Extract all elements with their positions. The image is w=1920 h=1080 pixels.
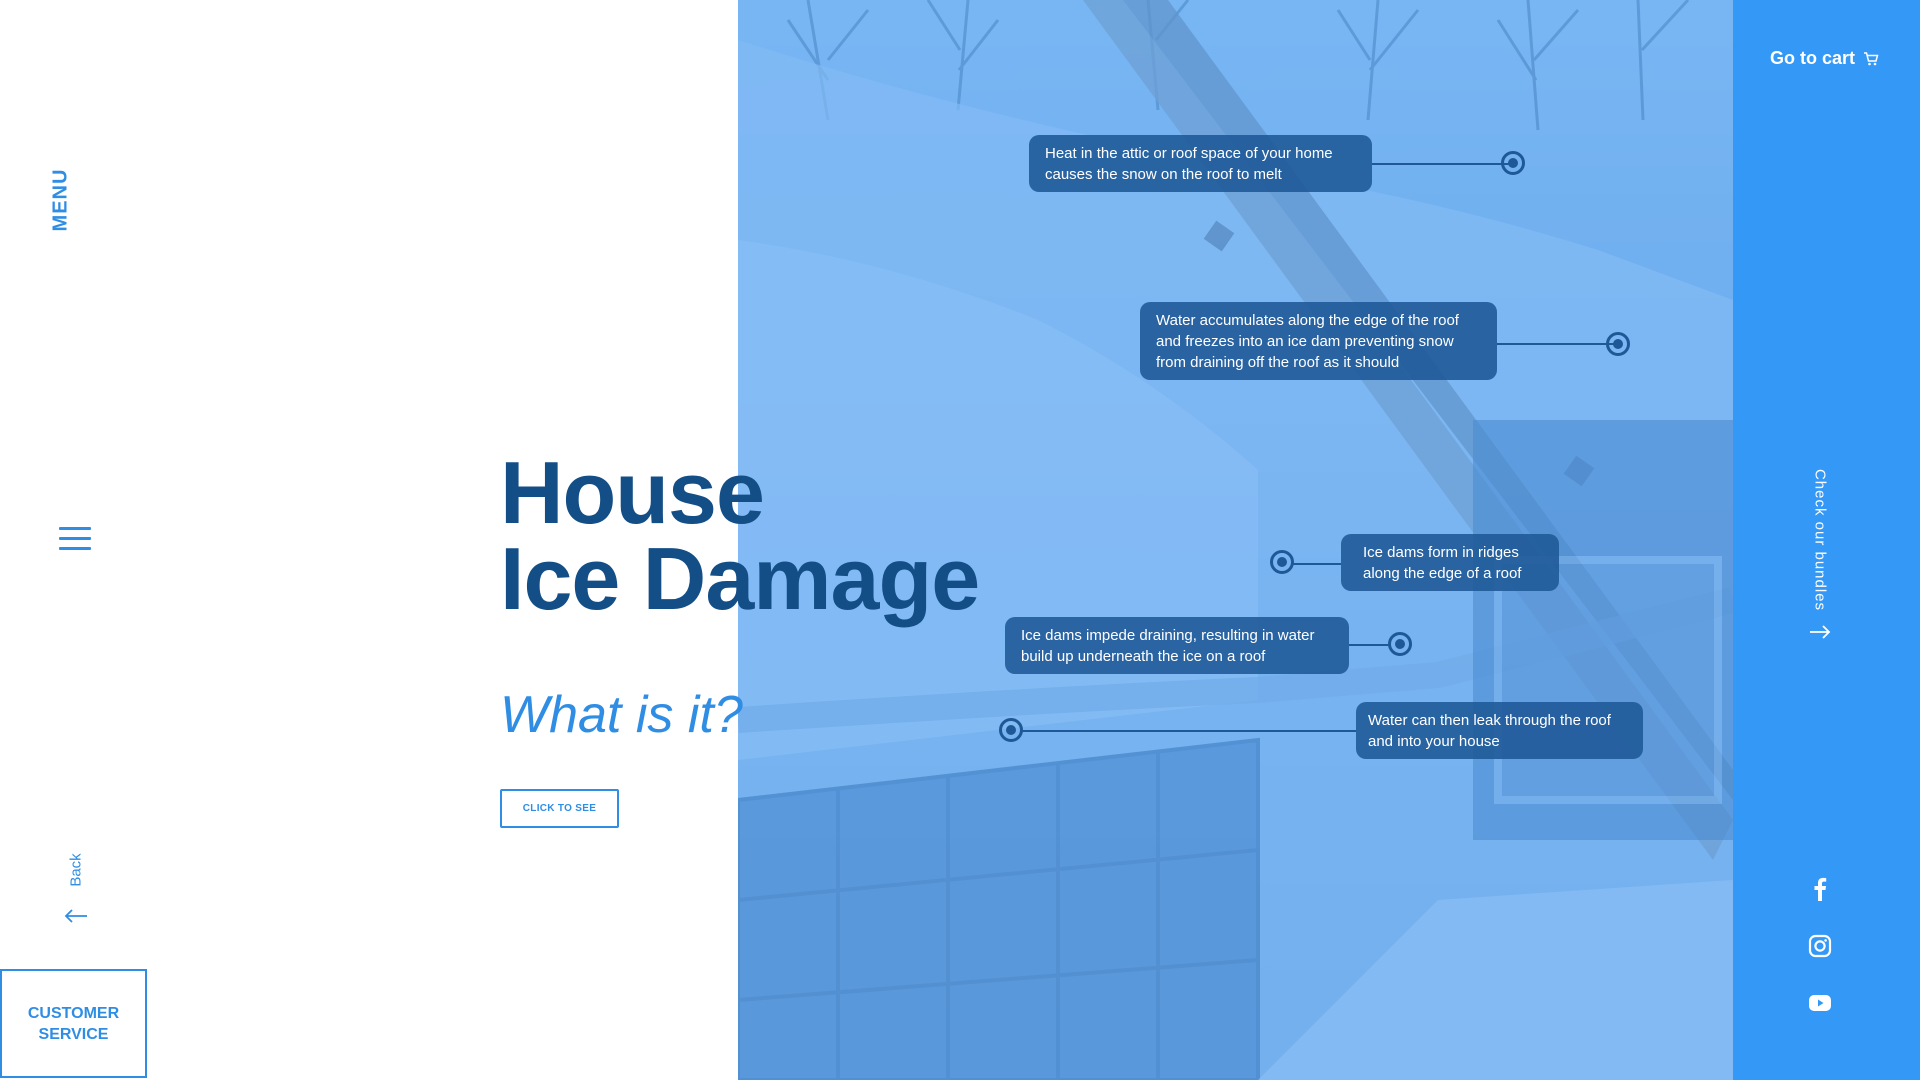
callout-water-freezes: Water accumulates along the edge of the … — [1140, 302, 1497, 380]
callout-line: Ice dams impede draining, resulting in w… — [1021, 627, 1315, 644]
callout-line: Water accumulates along the edge of the … — [1156, 312, 1459, 329]
title-line-2: Ice Damage — [500, 529, 980, 628]
back-label[interactable]: Back — [68, 853, 85, 886]
hotspot-target-icon[interactable] — [1501, 151, 1525, 175]
hotspot-target-icon[interactable] — [1606, 332, 1630, 356]
click-to-see-button[interactable]: CLICK TO SEE — [500, 789, 619, 828]
callout-line: from draining off the roof as it should — [1156, 354, 1400, 371]
callout-heat-melts-snow: Heat in the attic or roof space of your … — [1029, 135, 1372, 192]
page-subtitle: What is it? — [500, 686, 743, 744]
callout-impede-draining: Ice dams impede draining, resulting in w… — [1005, 617, 1349, 674]
arrow-left-icon[interactable] — [63, 907, 89, 925]
facebook-icon[interactable] — [1807, 875, 1833, 901]
youtube-icon[interactable] — [1807, 990, 1833, 1016]
menu-label[interactable]: MENU — [50, 169, 73, 232]
instagram-icon[interactable] — [1807, 933, 1833, 959]
go-to-cart-link[interactable]: Go to cart — [1770, 48, 1879, 69]
callout-ice-dams-ridges: Ice dams form in ridges along the edge o… — [1341, 534, 1559, 591]
hamburger-icon[interactable] — [59, 527, 91, 553]
title-line-1: House — [500, 443, 765, 542]
callout-leader — [1291, 563, 1341, 565]
callout-leader — [1497, 343, 1617, 345]
hotspot-target-icon[interactable] — [1270, 550, 1294, 574]
cart-label: Go to cart — [1770, 48, 1856, 68]
callout-water-leaks: Water can then leak through the roof and… — [1356, 702, 1643, 759]
callout-line: Heat in the attic or roof space of your … — [1045, 145, 1333, 162]
callout-leader — [1020, 730, 1356, 732]
customer-service-button[interactable]: CUSTOMER SERVICE — [0, 969, 147, 1078]
arrow-right-icon[interactable] — [1808, 623, 1832, 641]
callout-line: Ice dams form in ridges — [1363, 544, 1519, 561]
cart-icon — [1864, 51, 1879, 65]
page-title: House Ice Damage — [500, 443, 980, 628]
callout-line: and freezes into an ice dam preventing s… — [1156, 333, 1454, 350]
hotspot-target-icon[interactable] — [1388, 632, 1412, 656]
callout-line: build up underneath the ice on a roof — [1021, 648, 1266, 665]
callout-line: and into your house — [1368, 733, 1500, 750]
callout-line: Water can then leak through the roof — [1368, 712, 1611, 729]
customer-service-label: CUSTOMER SERVICE — [27, 1004, 120, 1043]
callout-line: along the edge of a roof — [1363, 565, 1522, 582]
callout-leader — [1349, 644, 1389, 646]
callout-leader — [1372, 163, 1512, 165]
callout-line: causes the snow on the roof to melt — [1045, 166, 1282, 183]
check-bundles-link[interactable]: Check our bundles — [1812, 469, 1829, 611]
